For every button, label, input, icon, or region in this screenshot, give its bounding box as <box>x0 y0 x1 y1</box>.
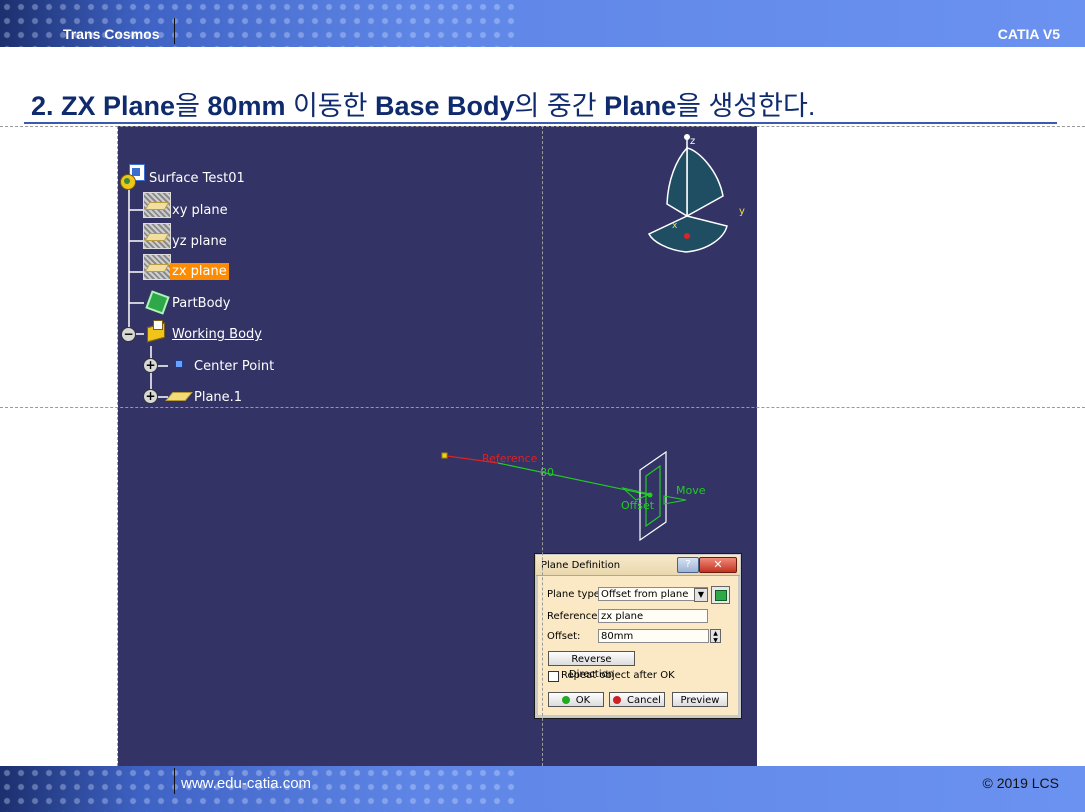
ok-button-label: OK <box>575 695 591 706</box>
title-part: 2. ZX Plane <box>31 91 176 121</box>
cancel-button-label: Cancel <box>627 695 661 706</box>
title-part: 을 생성한다. <box>676 91 816 121</box>
footer-bar: www.edu-catia.com © 2019 LCS <box>0 766 1085 812</box>
close-button[interactable]: ✕ <box>699 557 737 573</box>
header-product: CATIA V5 <box>997 26 1060 42</box>
footer-separator <box>174 768 175 794</box>
header-separator <box>174 18 175 44</box>
footer-url[interactable]: www.edu-catia.com <box>181 775 311 792</box>
title-part: 을 <box>175 91 208 121</box>
title-part: Base Body <box>374 91 515 121</box>
help-button[interactable]: ? <box>677 557 699 573</box>
move-handle-label[interactable]: Move <box>676 484 706 497</box>
title-part: Plane <box>604 91 677 121</box>
title-underline <box>24 122 1057 124</box>
plane-type-label: Plane type: <box>547 589 604 600</box>
reference-field-label: Reference: <box>547 611 601 622</box>
header-brand: Trans Cosmos <box>63 26 160 42</box>
plane-definition-dialog: Plane Definition ? ✕ Plane type: Offset … <box>534 553 742 719</box>
guide-line <box>117 126 118 766</box>
reverse-direction-button[interactable]: Reverse Direction <box>548 651 635 680</box>
offset-field-label: Offset: <box>547 631 581 642</box>
offset-field[interactable]: 80mm <box>598 629 709 643</box>
title-part: 이동한 <box>285 91 375 121</box>
guide-line <box>542 126 543 766</box>
reference-field[interactable]: zx plane <box>598 609 708 623</box>
offset-spinner[interactable]: ▲ ▼ <box>710 629 721 644</box>
plane-type-options-icon[interactable] <box>711 586 730 604</box>
cancel-button[interactable]: Cancel <box>609 692 665 707</box>
cancel-icon <box>613 696 622 704</box>
dialog-titlebar[interactable]: Plane Definition ? ✕ <box>536 555 740 576</box>
title-part: 80mm <box>207 91 286 121</box>
reference-label: Reference <box>482 452 538 465</box>
plane-type-select[interactable]: Offset from plane <box>598 587 708 601</box>
page-title: 2. ZX Plane을 80mm 이동한 Base Body의 중간 Plan… <box>31 84 815 123</box>
repeat-object-label: Repeat object after OK <box>561 670 675 681</box>
chevron-down-icon[interactable]: ▼ <box>694 588 708 602</box>
footer-copyright: © 2019 LCS <box>982 775 1059 791</box>
dialog-title: Plane Definition <box>541 560 621 571</box>
header-bar: Trans Cosmos CATIA V5 <box>0 0 1085 47</box>
preview-button[interactable]: Preview <box>672 692 728 707</box>
title-part: 의 중간 <box>514 91 605 121</box>
repeat-object-checkbox[interactable] <box>548 671 559 682</box>
ok-icon <box>561 696 570 704</box>
ok-button[interactable]: OK <box>548 692 604 707</box>
offset-handle-label[interactable]: Offset <box>621 499 654 512</box>
